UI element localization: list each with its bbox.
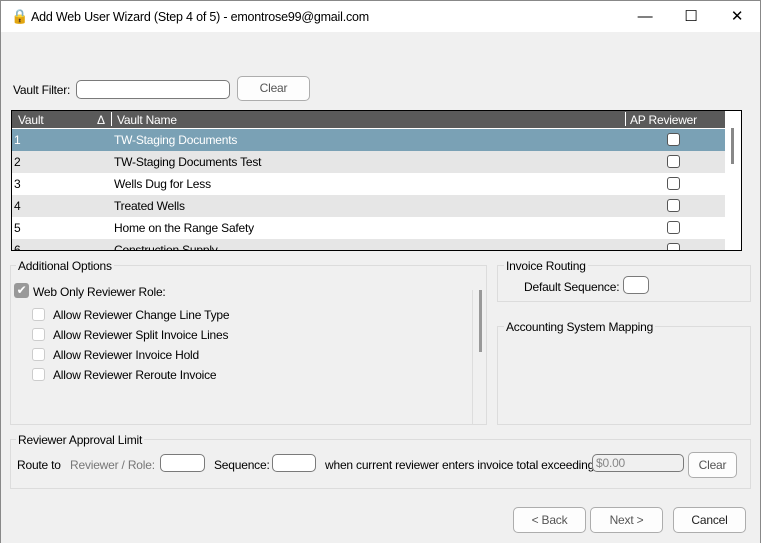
sequence-label: Sequence: bbox=[214, 458, 270, 472]
grid-header: Vault Δ Vault Name AP Reviewer bbox=[12, 111, 725, 128]
window-title: Add Web User Wizard (Step 4 of 5) - emon… bbox=[31, 10, 369, 24]
column-vault[interactable]: Vault bbox=[18, 113, 44, 127]
table-row[interactable]: 6 Construction Supply bbox=[12, 239, 725, 251]
option-label: Allow Reviewer Reroute Invoice bbox=[53, 368, 217, 382]
vault-name: Construction Supply bbox=[114, 243, 218, 251]
vault-filter-label: Vault Filter: bbox=[13, 83, 71, 97]
close-button[interactable]: ✕ bbox=[715, 5, 759, 29]
vault-name: TW-Staging Documents bbox=[114, 133, 238, 147]
table-row[interactable]: 3 Wells Dug for Less bbox=[12, 173, 725, 195]
ap-reviewer-checkbox[interactable] bbox=[667, 199, 680, 212]
approval-clear-button[interactable]: Clear bbox=[688, 452, 737, 478]
exceeding-label: when current reviewer enters invoice tot… bbox=[325, 458, 598, 472]
table-row[interactable]: 1 TW-Staging Documents bbox=[12, 129, 725, 151]
additional-options-title: Additional Options bbox=[16, 259, 114, 273]
title-bar: 🔒 Add Web User Wizard (Step 4 of 5) - em… bbox=[0, 0, 761, 32]
web-only-reviewer-checkbox[interactable]: ✔ bbox=[14, 283, 29, 298]
maximize-button[interactable]: ☐ bbox=[669, 5, 713, 29]
vault-name: TW-Staging Documents Test bbox=[114, 155, 262, 169]
vault-name: Treated Wells bbox=[114, 199, 185, 213]
option-checkbox[interactable] bbox=[32, 368, 45, 381]
default-sequence-input[interactable] bbox=[623, 276, 649, 294]
invoice-routing-title: Invoice Routing bbox=[504, 259, 588, 273]
ap-reviewer-checkbox[interactable] bbox=[667, 243, 680, 250]
next-button[interactable]: Next > bbox=[590, 507, 663, 533]
lock-icon: 🔒 bbox=[11, 8, 29, 24]
option-checkbox[interactable] bbox=[32, 308, 45, 321]
ap-reviewer-checkbox[interactable] bbox=[667, 155, 680, 168]
option-checkbox[interactable] bbox=[32, 348, 45, 361]
vault-number: 4 bbox=[14, 199, 21, 213]
accounting-mapping-group bbox=[497, 326, 751, 425]
options-scrollbar[interactable] bbox=[479, 290, 482, 352]
accounting-mapping-title: Accounting System Mapping bbox=[504, 320, 656, 334]
vault-grid: Vault Δ Vault Name AP Reviewer 1 TW-Stagi… bbox=[11, 110, 742, 251]
back-button[interactable]: < Back bbox=[513, 507, 586, 533]
web-only-reviewer-label: Web Only Reviewer Role: bbox=[33, 285, 166, 299]
approval-limit-title: Reviewer Approval Limit bbox=[16, 433, 145, 447]
sequence-input[interactable] bbox=[272, 454, 316, 472]
table-row[interactable]: 2 TW-Staging Documents Test bbox=[12, 151, 725, 173]
vault-name: Home on the Range Safety bbox=[114, 221, 254, 235]
minimize-button[interactable]: — bbox=[623, 5, 667, 29]
vault-number: 3 bbox=[14, 177, 21, 191]
route-to-label: Route to bbox=[17, 458, 61, 472]
table-row[interactable]: 4 Treated Wells bbox=[12, 195, 725, 217]
vault-number: 6 bbox=[14, 243, 21, 251]
sort-icon: Δ bbox=[97, 113, 105, 127]
ap-reviewer-checkbox[interactable] bbox=[667, 133, 680, 146]
vault-number: 5 bbox=[14, 221, 21, 235]
ap-reviewer-checkbox[interactable] bbox=[667, 221, 680, 234]
default-sequence-label: Default Sequence: bbox=[524, 280, 620, 294]
column-ap-reviewer[interactable]: AP Reviewer bbox=[630, 113, 697, 127]
vault-name: Wells Dug for Less bbox=[114, 177, 211, 191]
reviewer-role-input[interactable] bbox=[160, 454, 205, 472]
amount-input[interactable]: $0.00 bbox=[592, 454, 684, 472]
option-label: Allow Reviewer Split Invoice Lines bbox=[53, 328, 229, 342]
vault-filter-input[interactable] bbox=[76, 80, 230, 99]
filter-clear-button[interactable]: Clear bbox=[237, 76, 310, 101]
option-label: Allow Reviewer Invoice Hold bbox=[53, 348, 199, 362]
column-vault-name[interactable]: Vault Name bbox=[117, 113, 177, 127]
option-checkbox[interactable] bbox=[32, 328, 45, 341]
option-label: Allow Reviewer Change Line Type bbox=[53, 308, 230, 322]
vault-number: 2 bbox=[14, 155, 21, 169]
reviewer-role-label: Reviewer / Role: bbox=[70, 458, 155, 472]
vault-number: 1 bbox=[14, 133, 21, 147]
table-row[interactable]: 5 Home on the Range Safety bbox=[12, 217, 725, 239]
cancel-button[interactable]: Cancel bbox=[673, 507, 746, 533]
grid-scrollbar[interactable] bbox=[731, 128, 734, 164]
ap-reviewer-checkbox[interactable] bbox=[667, 177, 680, 190]
